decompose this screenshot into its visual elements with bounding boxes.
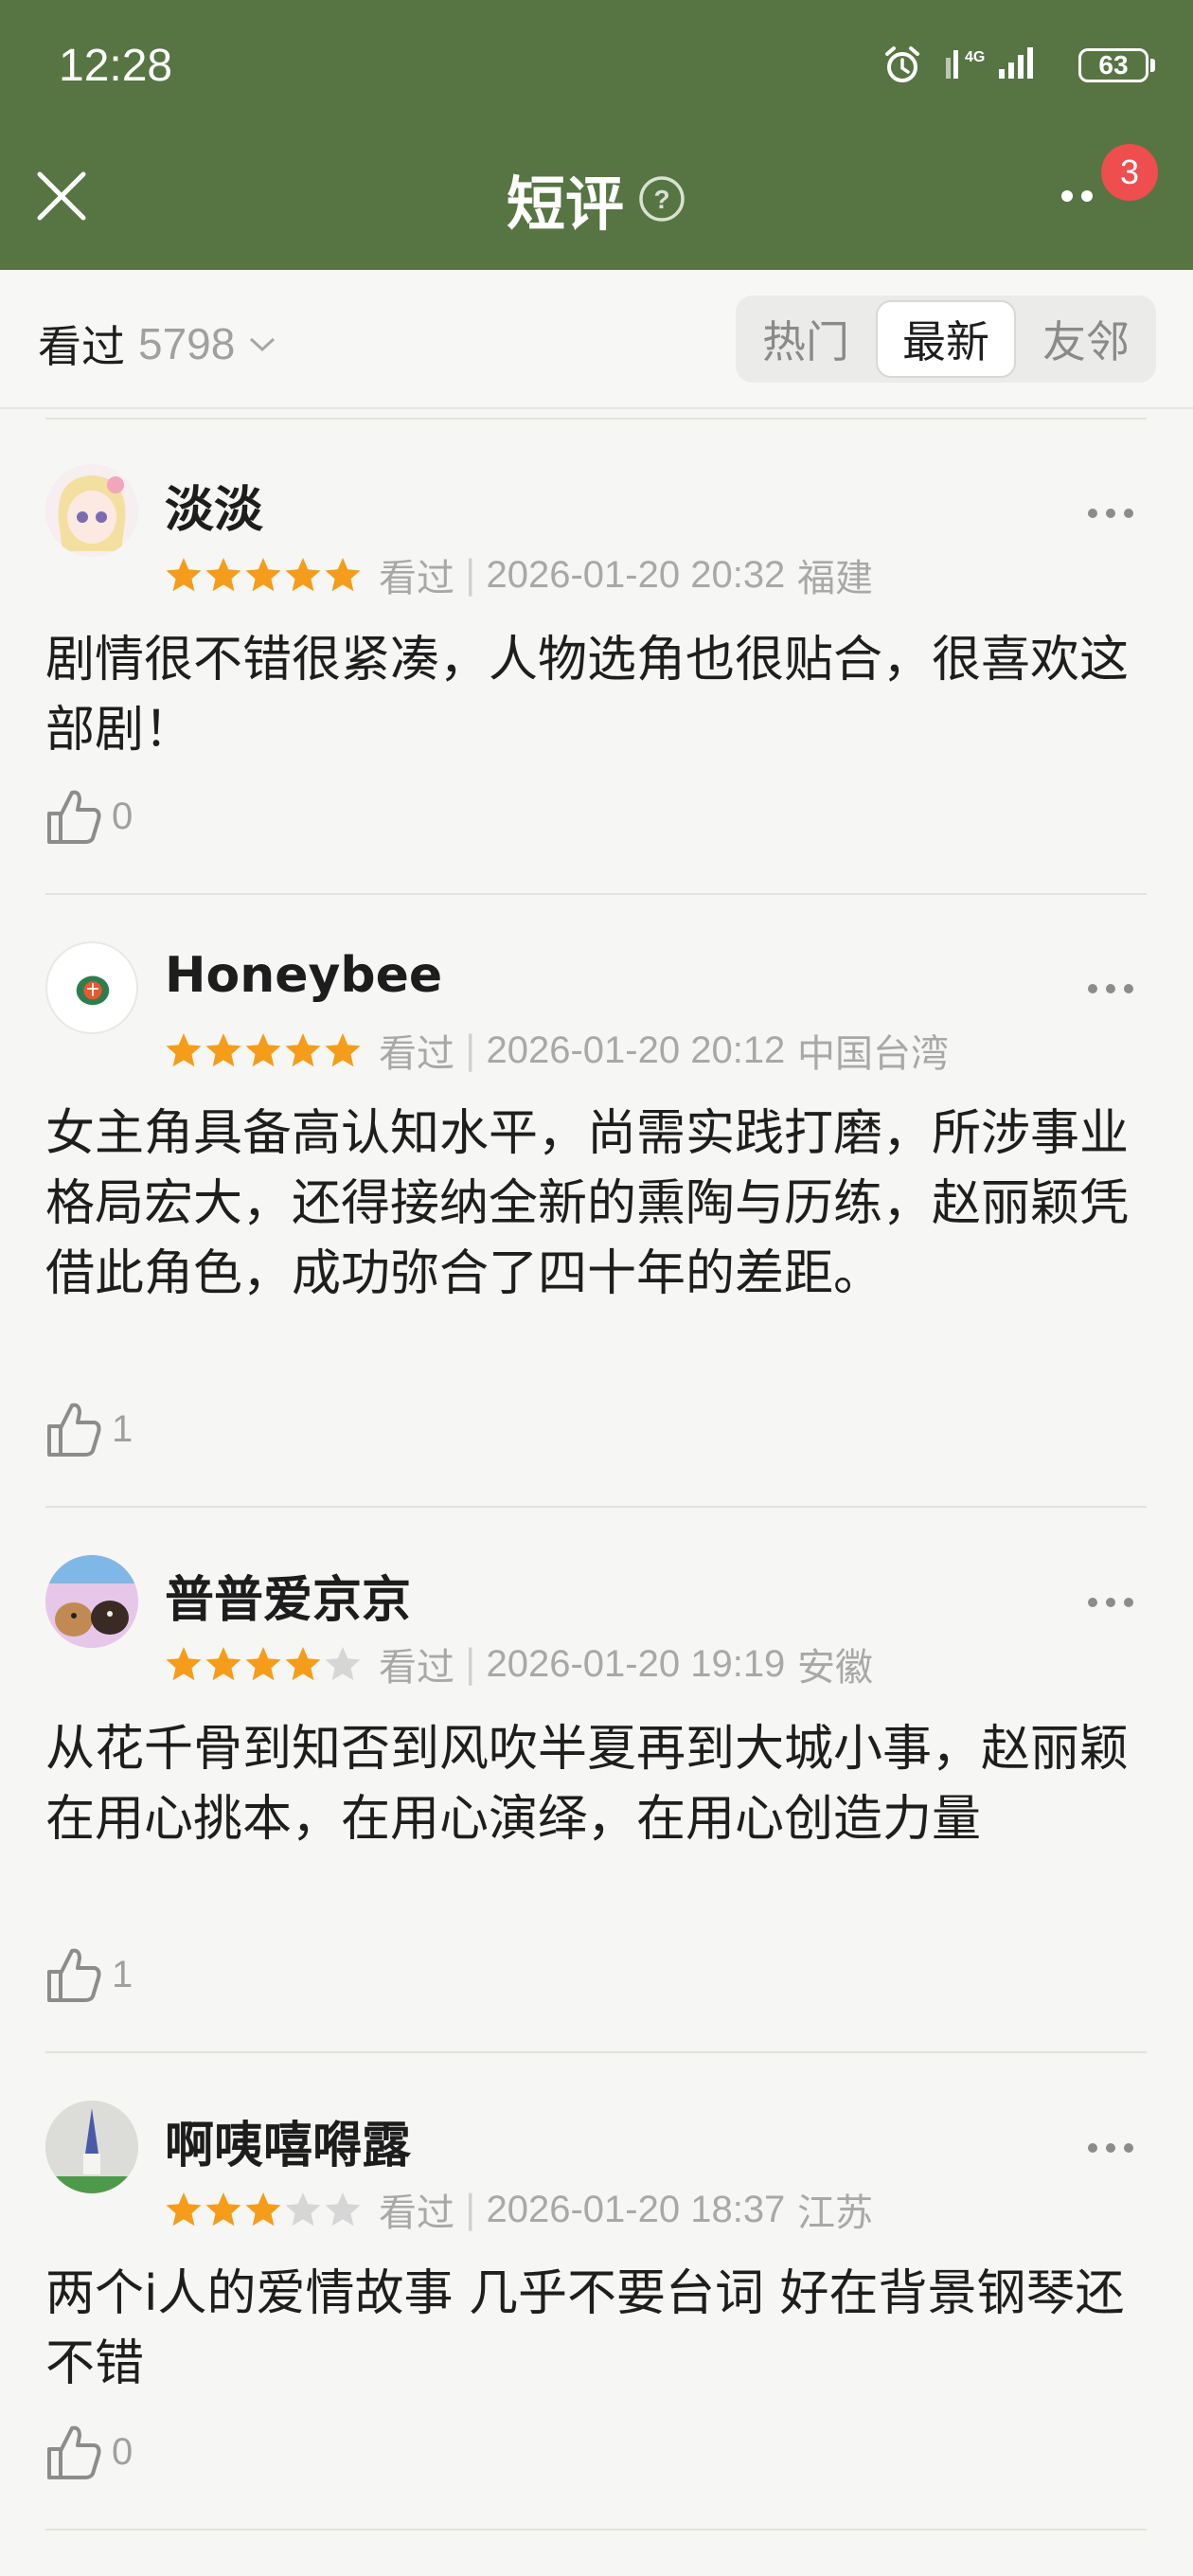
star-filled-icon [205, 1647, 241, 1681]
avatar[interactable] [45, 464, 138, 557]
avatar[interactable] [45, 941, 138, 1034]
star-filled-icon [245, 1033, 281, 1067]
star-filled-icon [285, 1647, 321, 1681]
username[interactable]: 啊咦嘻嘚露 [165, 2105, 411, 2176]
thumbs-up-icon [47, 1403, 101, 1457]
filter-bar: 看过 5798 热门 最新 友邻 [0, 270, 1193, 409]
review-location: 安徽 [797, 1646, 874, 1690]
divider [45, 418, 1147, 420]
review-date: 2026-01-20 18:37 [486, 2188, 786, 2230]
review-meta: 看过 | 2026-01-20 20:32 福建 [165, 547, 873, 602]
review-content: 两个i人的爱情故事 几乎不要台词 好在背景钢琴还不错 [45, 2265, 1125, 2392]
like-button[interactable]: 1 [45, 1945, 133, 2004]
status-time: 12:28 [59, 41, 173, 91]
username[interactable]: 普普爱京京 [165, 1560, 411, 1631]
star-filled-icon [205, 2192, 241, 2227]
thumbs-up-icon [47, 1948, 101, 2002]
watch-status: 看过 [379, 557, 454, 600]
chevron-down-icon [250, 337, 276, 352]
like-button[interactable]: 0 [45, 787, 133, 846]
divider [45, 1506, 1147, 1508]
review-location: 中国台湾 [797, 1032, 950, 1076]
thumbs-up-icon [47, 2425, 101, 2479]
star-empty-icon [325, 1647, 361, 1681]
thumbs-up-icon [47, 790, 101, 844]
review-meta: 看过 | 2026-01-20 20:12 中国台湾 [165, 1023, 949, 1078]
avatar[interactable] [45, 2101, 138, 2193]
review-more-icon[interactable] [1086, 2141, 1135, 2155]
review-date: 2026-01-20 20:32 [486, 553, 786, 596]
review-more-icon[interactable] [1086, 982, 1135, 995]
notification-badge: 3 [1101, 144, 1158, 201]
alarm-icon [885, 46, 919, 82]
review-date: 2026-01-20 19:19 [486, 1642, 786, 1685]
like-count: 0 [112, 2430, 134, 2473]
page-title: 短评 [506, 170, 624, 239]
star-filled-icon [166, 1647, 202, 1681]
star-filled-icon [205, 558, 241, 592]
divider [45, 2529, 1147, 2531]
watched-label: 看过 [38, 321, 125, 372]
review-more-icon[interactable] [1086, 1596, 1135, 1609]
signal-icon: 4G [946, 47, 1033, 79]
battery-icon: 63 [1078, 48, 1155, 82]
page-title-wrap: 短评 ? [0, 156, 1193, 242]
tab-friends[interactable]: 友邻 [1016, 295, 1156, 383]
star-filled-icon [285, 1033, 321, 1067]
review-content: 女主角具备高认知水平，尚需实践打磨，所涉事业格局宏大，还得接纳全新的熏陶与历练，… [45, 1105, 1130, 1302]
star-filled-icon [166, 1033, 202, 1067]
star-filled-icon [325, 558, 361, 592]
review-meta: 看过 | 2026-01-20 19:19 安徽 [165, 1637, 873, 1691]
battery-level: 63 [1078, 48, 1148, 82]
tab-latest[interactable]: 最新 [876, 300, 1016, 378]
review-date: 2026-01-20 20:12 [486, 1029, 786, 1071]
star-filled-icon [245, 2192, 281, 2227]
star-filled-icon [245, 1647, 281, 1681]
status-icons: 4G 63 [881, 42, 1155, 89]
username[interactable]: Honeybee [165, 947, 442, 1004]
like-count: 1 [112, 1953, 134, 1995]
watch-status: 看过 [379, 1032, 454, 1076]
star-filled-icon [166, 558, 202, 592]
star-rating [165, 1031, 362, 1069]
like-button[interactable]: 0 [45, 2423, 133, 2481]
review-location: 江苏 [797, 2191, 874, 2235]
star-filled-icon [325, 1033, 361, 1067]
star-rating [165, 2191, 362, 2228]
watched-count: 5798 [138, 319, 236, 368]
more-options-icon[interactable] [1059, 188, 1106, 205]
star-filled-icon [205, 1033, 241, 1067]
like-count: 0 [112, 795, 134, 837]
top-bar: 12:28 4G 63 短评 ? 3 [0, 0, 1193, 270]
divider [45, 2051, 1147, 2053]
like-count: 1 [112, 1407, 134, 1450]
star-rating [165, 556, 362, 594]
tab-hot[interactable]: 热门 [736, 295, 876, 383]
username[interactable]: 淡淡 [165, 470, 263, 541]
divider [45, 893, 1147, 895]
watch-status: 看过 [379, 2191, 454, 2235]
review-content: 从花千骨到知否到风吹半夏再到大城小事，赵丽颖在用心挑本，在用心演绎，在用心创造力… [45, 1721, 1130, 1848]
review-more-icon[interactable] [1086, 507, 1135, 520]
sort-segmented-control: 热门 最新 友邻 [736, 295, 1156, 383]
svg-text:?: ? [653, 185, 669, 214]
star-filled-icon [285, 558, 321, 592]
network-label: 4G [965, 49, 985, 65]
like-button[interactable]: 1 [45, 1400, 133, 1458]
watch-status: 看过 [379, 1646, 454, 1690]
star-filled-icon [166, 2192, 202, 2227]
help-icon[interactable]: ? [637, 174, 686, 224]
star-empty-icon [285, 2192, 321, 2227]
star-empty-icon [325, 2192, 361, 2227]
star-filled-icon [245, 558, 281, 592]
review-location: 福建 [797, 557, 874, 600]
watched-filter-dropdown[interactable]: 看过 5798 [38, 313, 276, 375]
review-content: 剧情很不错很紧凑，人物选角也很贴合，很喜欢这部剧！ [45, 632, 1130, 759]
avatar[interactable] [45, 1555, 138, 1648]
star-rating [165, 1645, 362, 1683]
review-meta: 看过 | 2026-01-20 18:37 江苏 [165, 2182, 873, 2237]
